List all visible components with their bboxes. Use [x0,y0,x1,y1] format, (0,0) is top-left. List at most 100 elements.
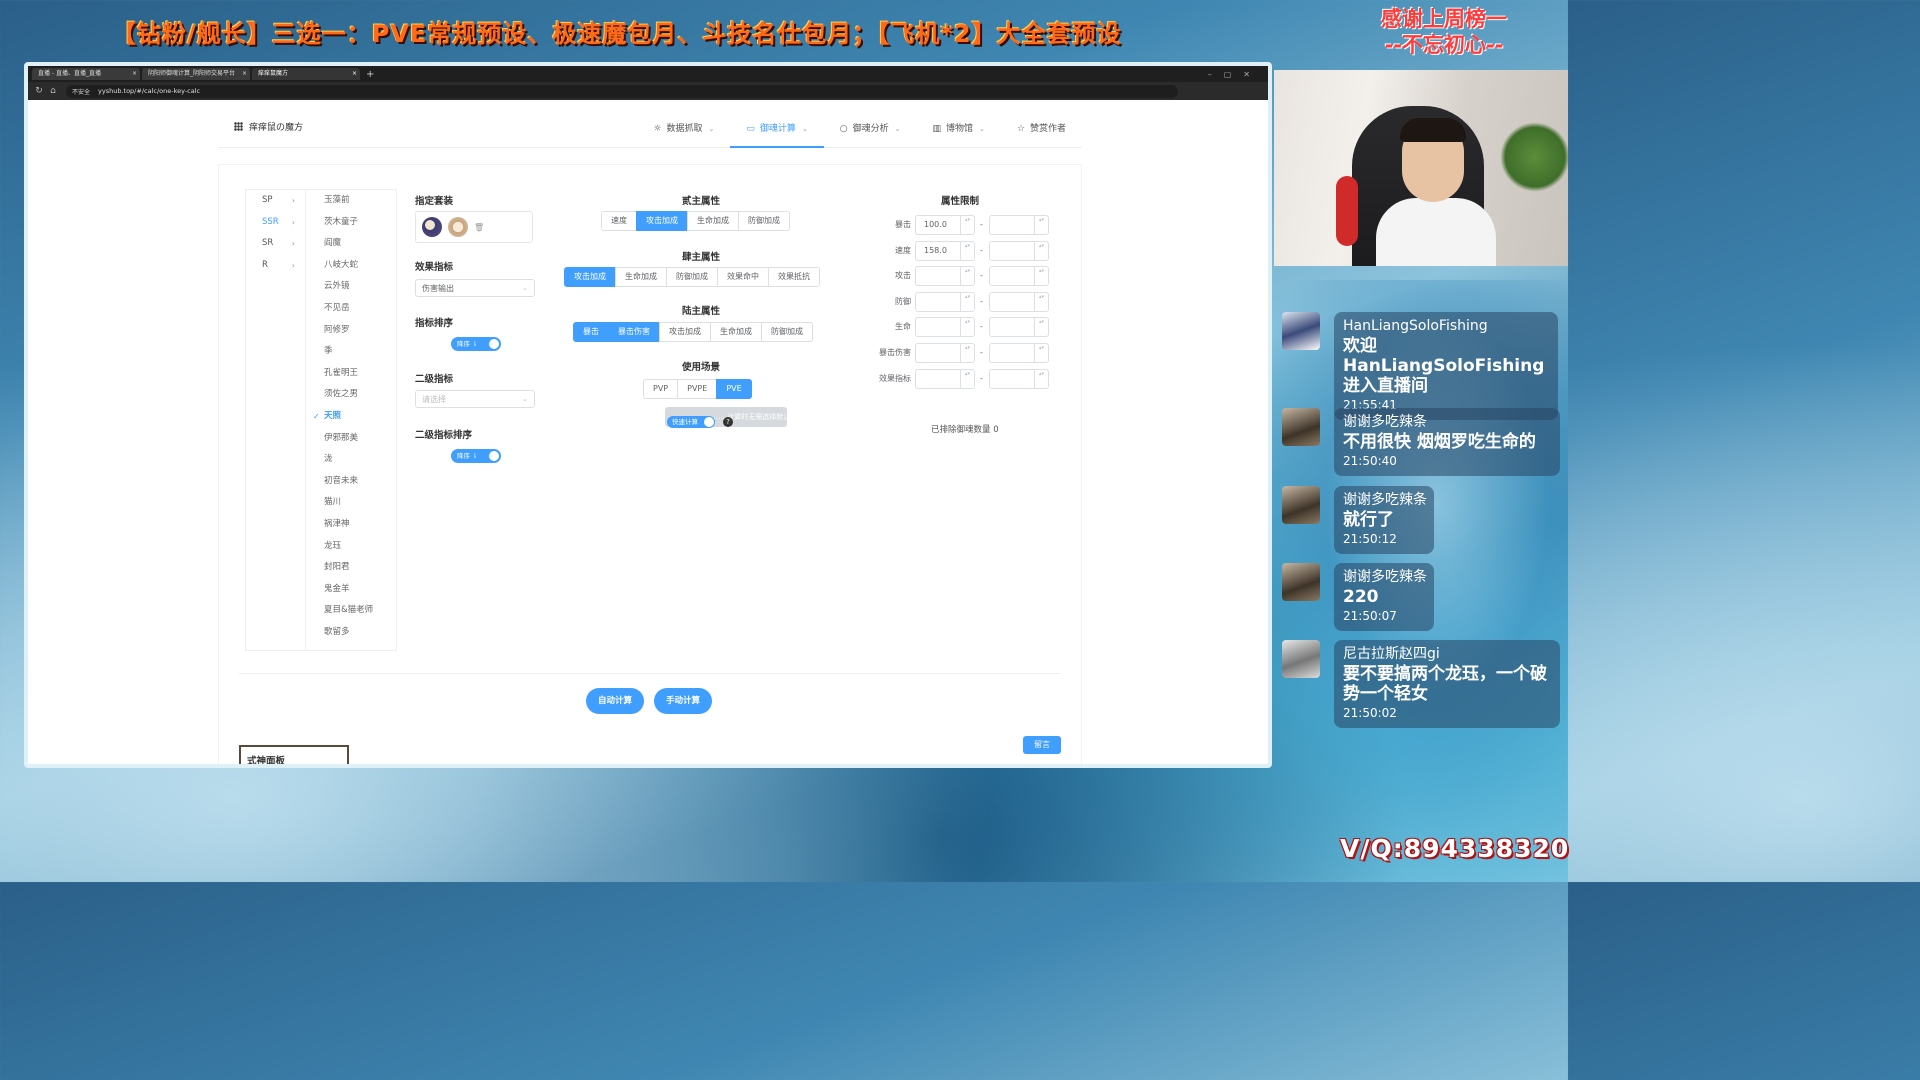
message-button[interactable]: 留言 [1023,736,1061,754]
spinner-icon[interactable]: ▴▾ [960,318,974,337]
spinner-icon[interactable]: ▴▾ [960,369,974,388]
second-metric-select[interactable]: 请选择 ⌄ [415,390,535,408]
shikigami-item[interactable]: 泷 [306,449,396,471]
limit-max-input[interactable]: ▴▾ [989,368,1049,389]
spinner-icon[interactable]: ▴▾ [1034,292,1048,311]
spinner-icon[interactable]: ▴▾ [960,216,974,234]
six-attr-option[interactable]: 暴击 [573,322,609,342]
four-attr-option[interactable]: 效果抵抗 [768,267,820,287]
auto-calc-button[interactable]: 自动计算 [586,688,645,714]
shikigami-item[interactable]: 玉藻前 [306,190,396,212]
shikigami-item[interactable]: 不见岳 [306,298,396,320]
shikigami-item[interactable]: 猫川 [306,492,396,514]
scene-option[interactable]: PVP [643,379,679,399]
two-attr-option[interactable]: 生命加成 [687,211,739,231]
menu-museum[interactable]: ▥ 博物馆 ⌄ [917,100,1001,148]
manual-calc-button[interactable]: 手动计算 [654,688,713,714]
shikigami-item[interactable]: 须佐之男 [306,384,396,406]
rarity-item-r[interactable]: R › [246,255,305,277]
limit-max-input[interactable]: ▴▾ [989,343,1049,363]
spinner-icon[interactable]: ▴▾ [1034,318,1048,337]
reload-icon[interactable]: ↻ [32,86,46,96]
four-attr-option[interactable]: 生命加成 [615,267,667,287]
menu-data-fetch[interactable]: ☼ 数据抓取 ⌄ [637,100,730,148]
spinner-icon[interactable]: ▴▾ [960,292,974,311]
spinner-icon[interactable]: ▴▾ [1034,369,1048,388]
scene-option[interactable]: PVE [716,379,752,399]
spinner-icon[interactable]: ▴▾ [1034,241,1048,260]
trash-icon[interactable]: 🗑 [474,223,484,232]
shikigami-item[interactable]: 阿修罗 [306,320,396,342]
spinner-icon[interactable]: ▴▾ [1034,267,1048,286]
two-attr-option[interactable]: 速度 [601,211,637,231]
insecure-badge[interactable]: 不安全 [72,87,90,96]
limit-max-input[interactable]: ▴▾ [989,215,1049,235]
menu-donate[interactable]: ☆ 赞赏作者 [1001,100,1082,148]
limit-min-input[interactable]: ▴▾ [915,291,975,312]
browser-tab-calc-trade[interactable]: 阴阳师御魂计算_阴阳师交易平台 × [142,68,250,80]
quick-calc-toggle[interactable]: 快速计算 [667,416,715,428]
shikigami-item[interactable]: 八岐大蛇 [306,255,396,277]
shikigami-panel-tab[interactable]: 式神面板 [239,745,349,764]
shikigami-item[interactable]: 阎魔 [306,233,396,255]
shikigami-item[interactable]: 云外镜 [306,276,396,298]
close-icon[interactable]: × [242,68,247,80]
two-attr-option[interactable]: 攻击加成 [636,211,688,231]
shikigami-item[interactable]: 歌留多 [306,622,396,644]
limit-min-input[interactable]: 158.0 ▴▾ [915,240,975,261]
suit-selector[interactable]: 🗑 [415,211,533,243]
scene-option[interactable]: PVPE [677,379,718,399]
browser-tab-live[interactable]: 直播 - 直播、直播_直播 × [32,68,140,80]
spinner-icon[interactable]: ▴▾ [1034,344,1048,362]
close-icon[interactable]: × [132,68,137,80]
new-tab-button[interactable]: + [366,69,374,80]
spinner-icon[interactable]: ▴▾ [960,241,974,260]
shikigami-item[interactable]: 天照 [306,406,396,428]
spinner-icon[interactable]: ▴▾ [1034,216,1048,234]
shikigami-item[interactable]: 封阳君 [306,557,396,579]
spinner-icon[interactable]: ▴▾ [960,267,974,286]
limit-min-input[interactable]: 100.0 ▴▾ [915,215,975,235]
help-icon[interactable]: ? [723,417,733,427]
limit-min-input[interactable]: ▴▾ [915,266,975,287]
home-icon[interactable]: ⌂ [46,86,60,96]
limit-min-input[interactable]: ▴▾ [915,317,975,338]
shikigami-item[interactable]: 茨木童子 [306,212,396,234]
rarity-item-ssr[interactable]: SSR › [246,212,305,234]
menu-soul-calc[interactable]: ▭ 御魂计算 ⌄ [730,100,824,148]
shikigami-item[interactable]: 初音未来 [306,471,396,493]
site-brand[interactable]: 痒痒鼠の魔方 [234,120,303,133]
shikigami-item[interactable]: 伊邪那美 [306,428,396,450]
four-attr-option[interactable]: 防御加成 [666,267,718,287]
sort-toggle[interactable]: 降序 ⇂ [451,337,501,351]
close-icon[interactable]: × [352,68,357,80]
four-attr-option[interactable]: 攻击加成 [564,267,616,287]
url-field[interactable]: 不安全 yyshub.top/#/calc/one-key-calc [66,84,1178,98]
limit-max-input[interactable]: ▴▾ [989,291,1049,312]
shikigami-item[interactable]: 祸津神 [306,514,396,536]
spinner-icon[interactable]: ▴▾ [960,344,974,362]
shikigami-item[interactable]: 孔雀明王 [306,363,396,385]
rarity-item-sr[interactable]: SR › [246,233,305,255]
shikigami-item[interactable]: 鬼金羊 [306,579,396,601]
rarity-item-sp[interactable]: SP › [246,190,305,212]
two-attr-option[interactable]: 防御加成 [738,211,790,231]
window-controls[interactable]: –▢✕ [1208,70,1268,79]
shikigami-item[interactable]: 龙珏 [306,536,396,558]
limit-max-input[interactable]: ▴▾ [989,317,1049,338]
six-attr-option[interactable]: 防御加成 [761,322,813,342]
six-attr-option[interactable]: 暴击伤害 [608,322,660,342]
shikigami-item[interactable]: 季 [306,341,396,363]
browser-tab-yyshub[interactable]: 痒痒鼠魔方 × [252,68,360,80]
six-attr-option[interactable]: 生命加成 [710,322,762,342]
limit-min-input[interactable]: ▴▾ [915,343,975,363]
six-attr-option[interactable]: 攻击加成 [659,322,711,342]
limit-min-input[interactable]: ▴▾ [915,368,975,389]
second-sort-toggle[interactable]: 降序 ⇂ [451,449,501,463]
menu-soul-analysis[interactable]: ○ 御魂分析 ⌄ [824,100,917,148]
limit-max-input[interactable]: ▴▾ [989,240,1049,261]
shikigami-item[interactable]: 夏目&猫老师 [306,600,396,622]
limit-max-input[interactable]: ▴▾ [989,266,1049,287]
four-attr-option[interactable]: 效果命中 [717,267,769,287]
effect-select[interactable]: 伤害输出 ⌄ [415,279,535,297]
